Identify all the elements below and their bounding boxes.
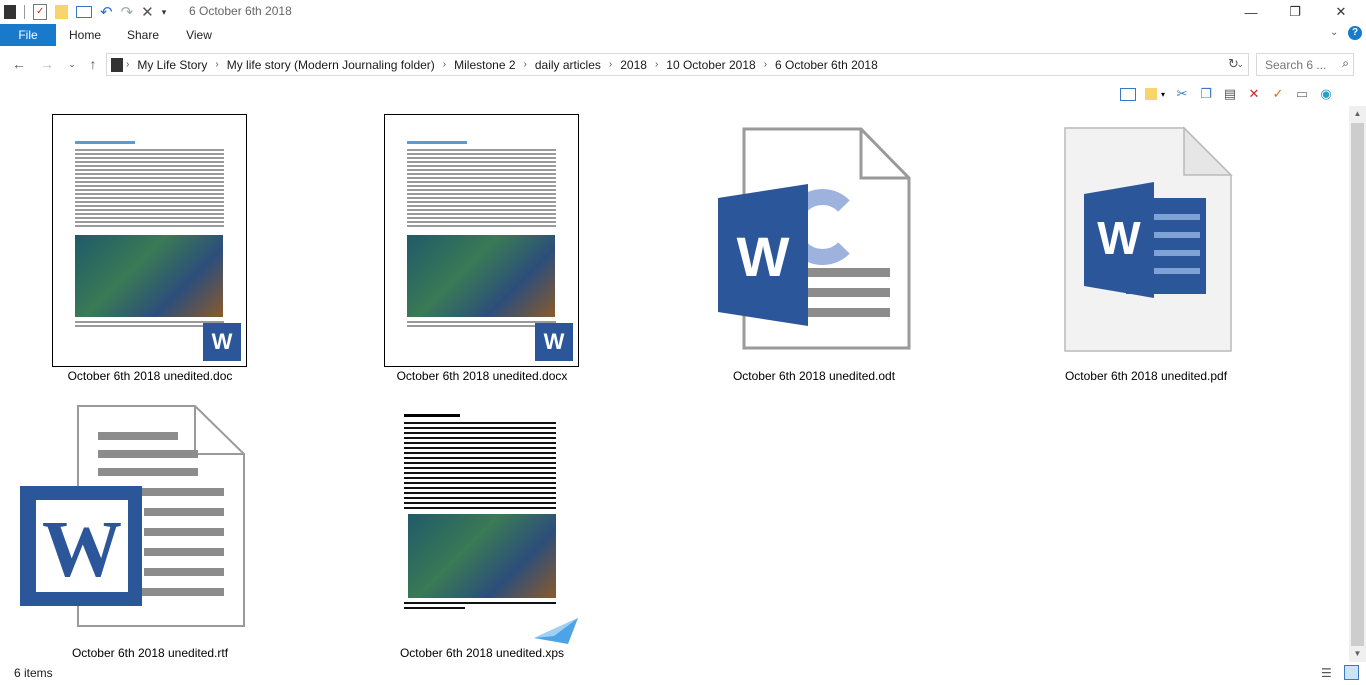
scroll-down-icon[interactable]: ▼ — [1349, 646, 1366, 662]
up-button[interactable]: ↑ — [83, 54, 103, 74]
file-item[interactable]: W October 6th 2018 unedited.pdf — [996, 106, 1296, 391]
chevron-right-icon[interactable]: › — [123, 59, 132, 70]
close-button[interactable]: ✕ — [1318, 0, 1364, 24]
search-input[interactable] — [1257, 54, 1347, 75]
separator — [24, 5, 25, 19]
file-item[interactable]: W October 6th 2018 unedited.odt — [664, 106, 964, 391]
scroll-up-icon[interactable]: ▲ — [1349, 106, 1366, 122]
checkmark-icon[interactable]: ✓ — [1268, 85, 1288, 103]
ribbon-tabs: File Home Share View ⌄ ? — [0, 24, 1366, 46]
redo-icon[interactable]: ↷ — [121, 3, 134, 21]
svg-text:W: W — [737, 225, 790, 288]
delete-icon[interactable]: ✕ — [1244, 85, 1264, 103]
breadcrumb-item[interactable]: My life story (Modern Journaling folder) — [222, 58, 440, 72]
quick-access-toolbar: ✓ ↶ ↷ ✕ ▾ — [4, 3, 166, 21]
breadcrumb-item[interactable]: 6 October 6th 2018 — [770, 58, 883, 72]
tab-home[interactable]: Home — [60, 24, 110, 46]
file-name[interactable]: October 6th 2018 unedited.odt — [664, 369, 964, 383]
scrollbar-thumb[interactable] — [1351, 123, 1364, 646]
word-docx-thumbnail: W — [384, 114, 579, 367]
details-view-icon[interactable]: ☰ — [1321, 666, 1332, 680]
undo-icon[interactable]: ↶ — [100, 3, 113, 21]
word-pdf-icon: W — [1064, 126, 1233, 352]
breadcrumb-item[interactable]: My Life Story — [132, 58, 212, 72]
chevron-right-icon[interactable]: › — [521, 59, 530, 70]
title-bar: ✓ ↶ ↷ ✕ ▾ 6 October 6th 2018 — ❐ ✕ — [0, 0, 1366, 24]
tab-view[interactable]: View — [174, 24, 224, 46]
file-name[interactable]: October 6th 2018 unedited.rtf — [0, 646, 300, 660]
window-title: 6 October 6th 2018 — [189, 4, 292, 18]
search-icon[interactable]: ⌕ — [1342, 56, 1349, 71]
tab-file[interactable]: File — [0, 24, 56, 46]
chevron-right-icon[interactable]: › — [761, 59, 770, 70]
file-item[interactable]: W October 6th 2018 unedited.rtf — [0, 396, 300, 666]
chevron-right-icon[interactable]: › — [606, 59, 615, 70]
copy-icon[interactable]: ❐ — [1196, 85, 1216, 103]
folder-icon — [111, 57, 123, 72]
preview-pane-icon[interactable] — [1118, 85, 1138, 103]
properties-icon[interactable]: ✓ — [33, 4, 47, 20]
word-odt-icon: W — [718, 127, 911, 350]
extra-toolbar: ▾ ✂ ❐ ▤ ✕ ✓ ▭ ◉ — [1118, 84, 1336, 104]
breadcrumb-item[interactable]: Milestone 2 — [449, 58, 520, 72]
cut-icon[interactable]: ✂ — [1172, 85, 1192, 103]
item-count: 6 items — [14, 666, 53, 680]
rename-icon[interactable]: ▭ — [1292, 85, 1312, 103]
file-list: W October 6th 2018 unedited.doc W Octobe… — [0, 106, 1349, 662]
large-icons-view-icon[interactable] — [1344, 665, 1359, 680]
customize-qat-icon[interactable]: ▾ — [162, 7, 167, 18]
chevron-right-icon[interactable]: › — [440, 59, 449, 70]
tab-share[interactable]: Share — [118, 24, 168, 46]
navigation-bar: ← → ⌄ ↑ › My Life Story › My life story … — [0, 50, 1366, 78]
help-icon[interactable]: ? — [1348, 26, 1362, 40]
xps-thumbnail — [402, 410, 560, 642]
breadcrumb-item[interactable]: daily articles — [530, 58, 606, 72]
chevron-right-icon[interactable]: › — [652, 59, 661, 70]
delete-icon[interactable]: ✕ — [141, 3, 154, 21]
svg-text:W: W — [42, 506, 122, 594]
word-rtf-icon: W — [20, 405, 245, 627]
minimize-button[interactable]: — — [1228, 0, 1274, 24]
forward-button[interactable]: → — [37, 54, 57, 74]
chevron-right-icon[interactable]: › — [212, 59, 221, 70]
file-item[interactable]: W October 6th 2018 unedited.docx — [332, 106, 632, 391]
file-name[interactable]: October 6th 2018 unedited.pdf — [996, 369, 1296, 383]
word-icon: W — [203, 323, 241, 361]
status-bar: 6 items ☰ — [0, 662, 1366, 685]
file-name[interactable]: October 6th 2018 unedited.doc — [0, 369, 300, 383]
rename-icon[interactable] — [76, 6, 92, 18]
refresh-icon[interactable]: ↻ — [1228, 56, 1239, 72]
maximize-button[interactable]: ❐ — [1272, 0, 1318, 24]
vertical-scrollbar[interactable]: ▲ ▼ — [1349, 106, 1366, 662]
file-name[interactable]: October 6th 2018 unedited.docx — [332, 369, 632, 383]
breadcrumb-item[interactable]: 2018 — [615, 58, 652, 72]
word-doc-thumbnail: W — [52, 114, 247, 367]
globe-icon[interactable]: ◉ — [1316, 85, 1336, 103]
file-name[interactable]: October 6th 2018 unedited.xps — [332, 646, 632, 660]
search-box[interactable]: ⌕ — [1256, 53, 1354, 76]
back-button[interactable]: ← — [9, 54, 29, 74]
expand-ribbon-icon[interactable]: ⌄ — [1330, 27, 1338, 38]
svg-text:W: W — [1097, 212, 1141, 264]
address-bar[interactable]: › My Life Story › My life story (Modern … — [106, 53, 1249, 76]
new-folder-icon[interactable] — [55, 5, 68, 19]
app-icon[interactable] — [4, 5, 16, 19]
highlight-icon[interactable]: ▾ — [1142, 85, 1168, 103]
paste-icon[interactable]: ▤ — [1220, 85, 1240, 103]
word-icon: W — [535, 323, 573, 361]
file-item[interactable]: W October 6th 2018 unedited.doc — [0, 106, 300, 391]
breadcrumb-item[interactable]: 10 October 2018 — [661, 58, 760, 72]
xps-viewer-icon — [534, 618, 578, 644]
file-item[interactable]: October 6th 2018 unedited.xps — [332, 396, 632, 666]
recent-locations-icon[interactable]: ⌄ — [62, 54, 82, 74]
